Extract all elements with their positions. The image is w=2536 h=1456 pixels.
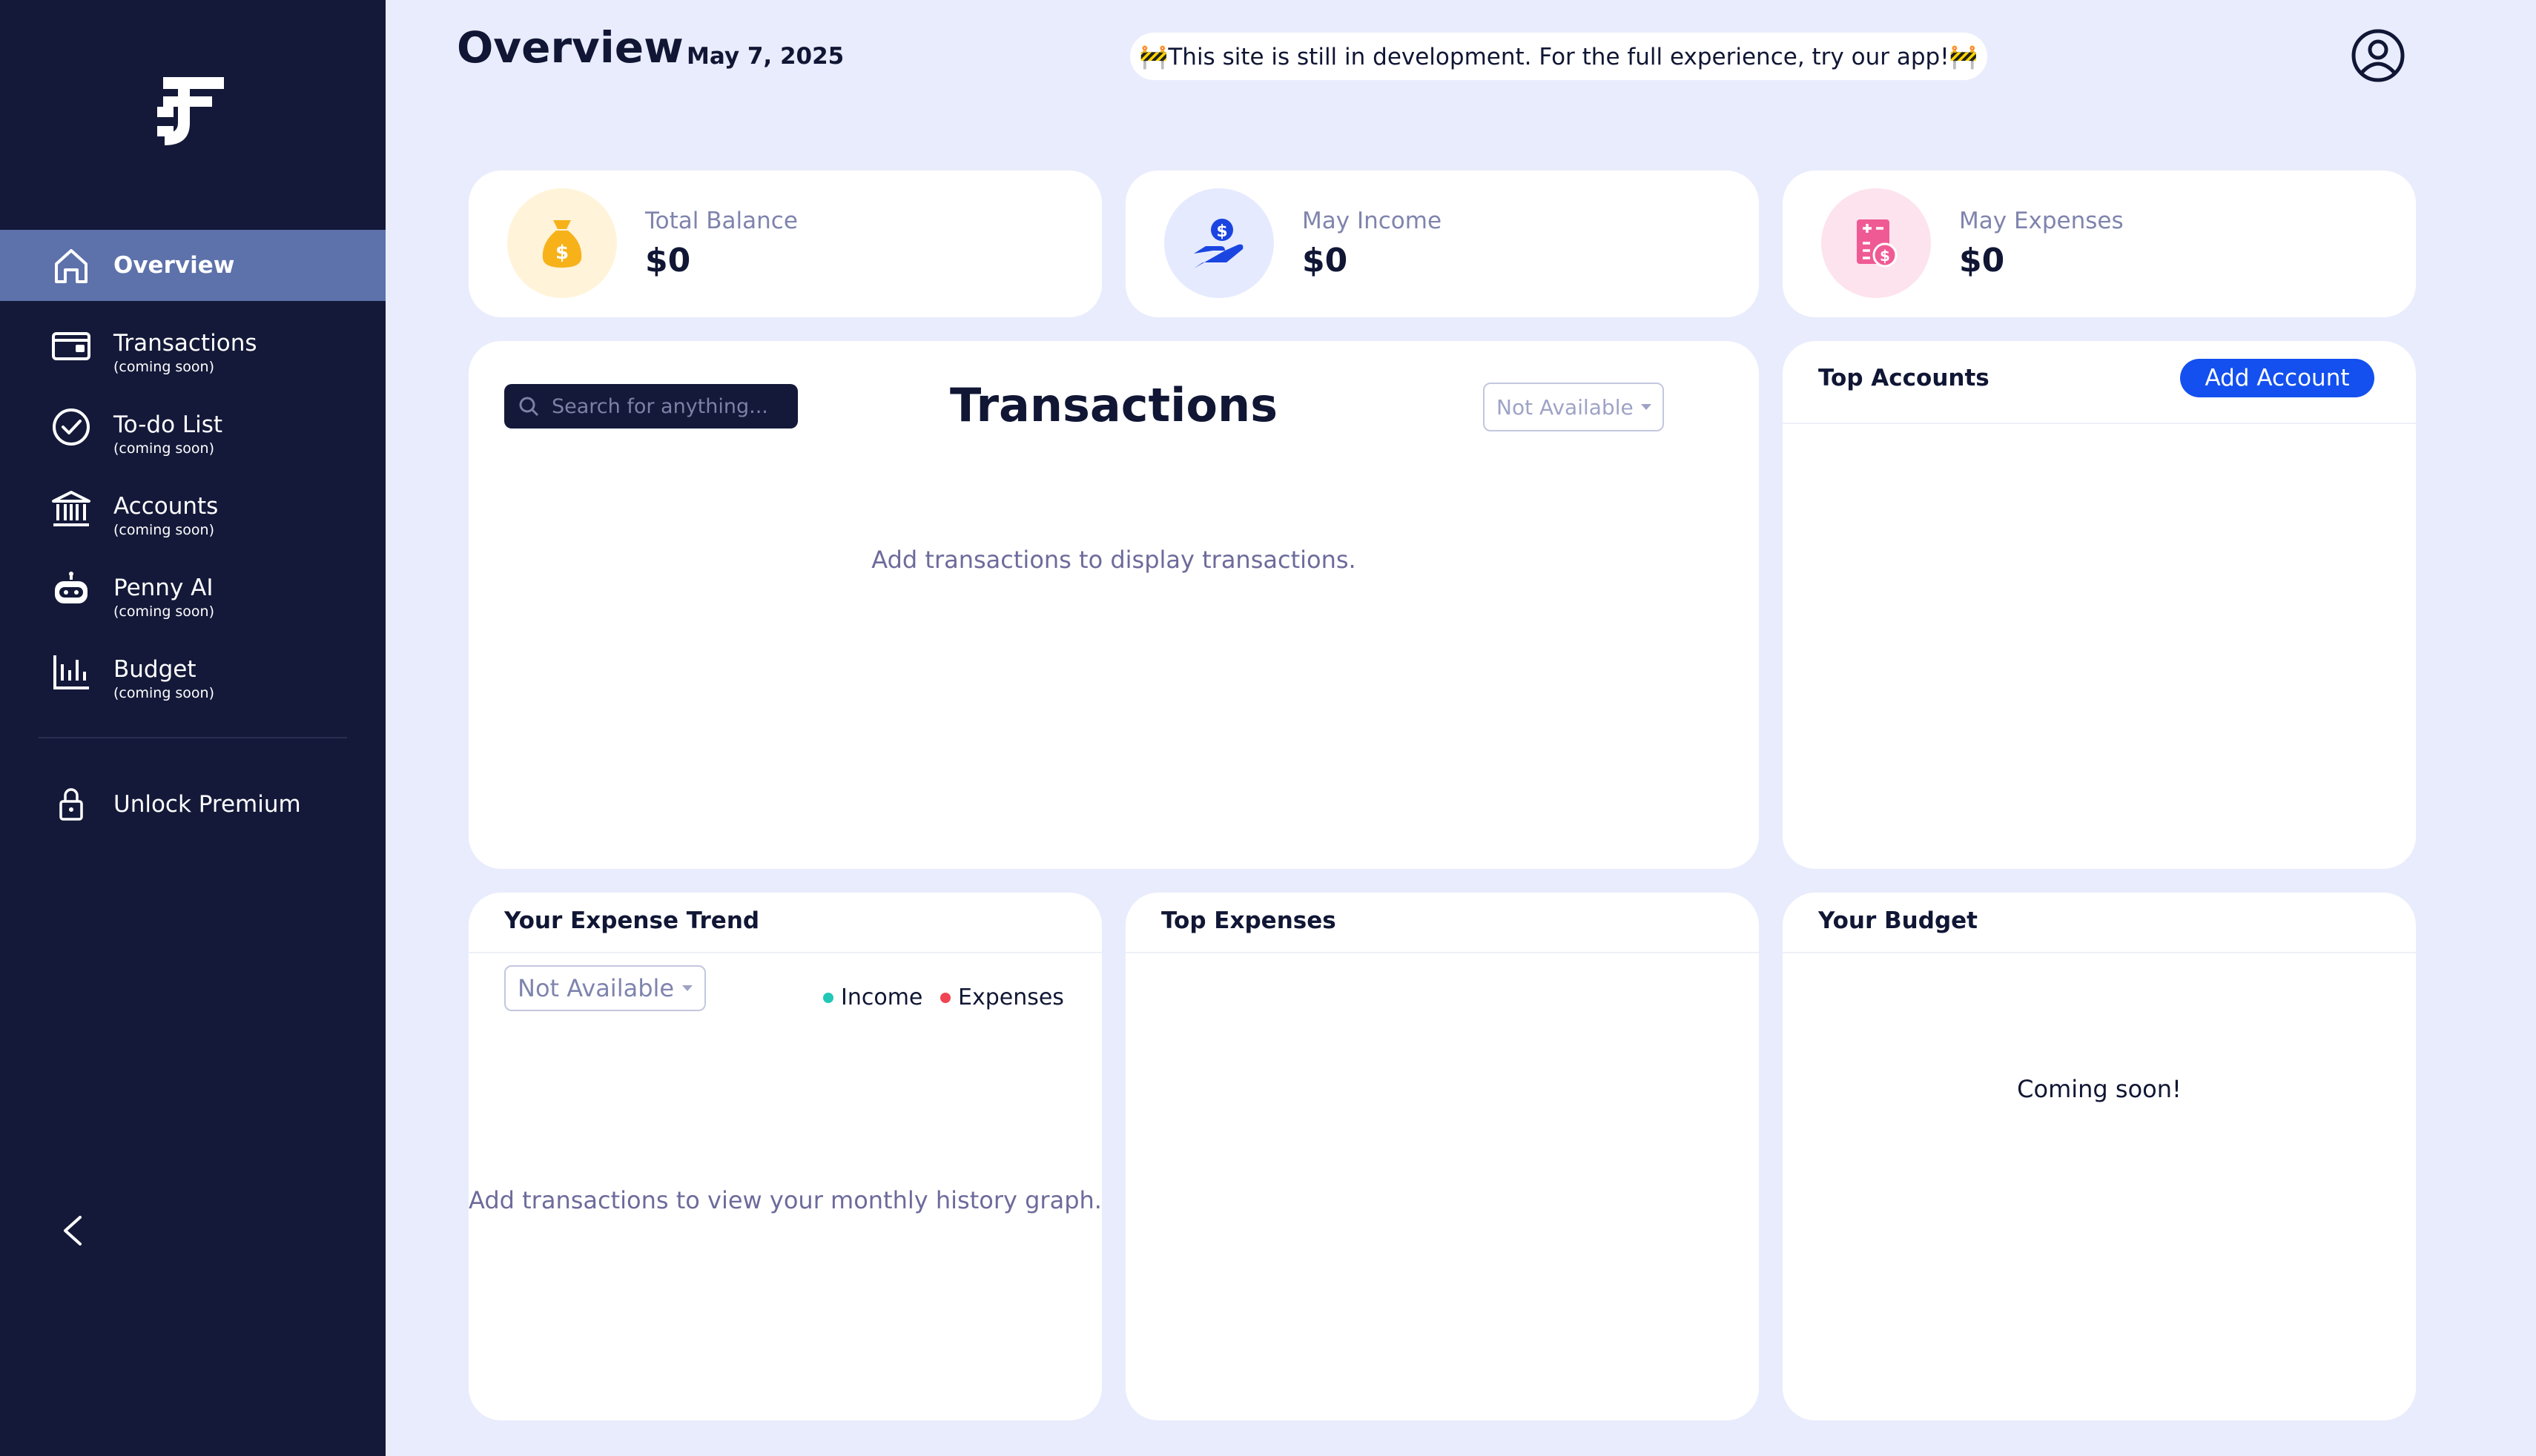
sidebar-item-sub: (coming soon) (113, 440, 215, 457)
expense-trend-empty-message: Add transactions to view your monthly hi… (469, 1186, 1102, 1214)
chevron-left-icon[interactable] (56, 1210, 89, 1251)
unlock-premium-label: Unlock Premium (113, 791, 301, 818)
finance-app-logo (157, 77, 224, 145)
chevron-down-icon (682, 985, 693, 991)
wallet-icon (52, 332, 90, 360)
sidebar-item-sub: (coming soon) (113, 359, 215, 375)
transactions-card: Transactions Not Available Add transacti… (469, 341, 1759, 869)
development-banner: 🚧This site is still in development. For … (1130, 33, 1987, 80)
sidebar-item-label: To-do List (113, 411, 223, 438)
sidebar-item-sub: (coming soon) (113, 603, 215, 620)
stat-label: May Income (1302, 208, 1442, 234)
budget-coming-soon: Coming soon! (2017, 1075, 2182, 1103)
robot-icon (55, 572, 87, 603)
money-bag-icon: $ (507, 188, 617, 298)
sidebar-item-sub: (coming soon) (113, 685, 215, 701)
home-icon (55, 249, 87, 283)
expense-trend-card: Your Expense Trend Not Available Income … (469, 893, 1102, 1420)
card-divider (1126, 952, 1759, 953)
add-account-button[interactable]: Add Account (2180, 359, 2374, 397)
svg-text:$: $ (1880, 247, 1890, 265)
sidebar: Overview Transactions (coming soon) To-d… (0, 0, 386, 1456)
receipt-icon: $ (1821, 188, 1931, 298)
lock-icon (59, 788, 83, 821)
top-expenses-card: Top Expenses (1126, 893, 1759, 1420)
transactions-empty-message: Add transactions to display transactions… (871, 546, 1356, 574)
sidebar-item-accounts[interactable]: Accounts (coming soon) (0, 480, 386, 552)
card-divider (469, 952, 1102, 953)
sidebar-item-label: Budget (113, 656, 197, 683)
sidebar-item-label: Penny AI (113, 575, 214, 601)
hand-dollar-icon: $ (1164, 188, 1274, 298)
page-title: Overview (457, 22, 684, 73)
legend-income: Income (823, 985, 922, 1010)
budget-card: Your Budget Coming soon! (1783, 893, 2416, 1420)
bank-icon (52, 491, 90, 526)
top-accounts-title: Top Accounts (1818, 365, 1989, 391)
svg-text:$: $ (555, 242, 569, 264)
legend-expenses: Expenses (940, 985, 1064, 1010)
check-circle-icon (53, 408, 90, 446)
card-divider (1783, 952, 2416, 953)
filter-value: Not Available (518, 974, 675, 1002)
stat-label: May Expenses (1959, 208, 2124, 234)
expense-trend-title: Your Expense Trend (504, 907, 760, 934)
sidebar-item-label: Overview (113, 252, 235, 279)
transactions-filter-select[interactable]: Not Available (1483, 383, 1664, 431)
budget-title: Your Budget (1818, 907, 1978, 934)
svg-text:$: $ (1216, 222, 1227, 241)
sidebar-item-label: Transactions (113, 330, 257, 357)
card-divider (1783, 423, 2416, 424)
income-card: $ May Income $0 (1126, 171, 1759, 317)
stat-value: $0 (1302, 242, 1348, 279)
sidebar-item-todo[interactable]: To-do List (coming soon) (0, 399, 386, 470)
stat-value: $0 (645, 242, 691, 279)
sidebar-item-transactions[interactable]: Transactions (coming soon) (0, 317, 386, 388)
income-dot (823, 992, 833, 1003)
filter-value: Not Available (1496, 394, 1634, 420)
sidebar-item-penny-ai[interactable]: Penny AI (coming soon) (0, 562, 386, 633)
stat-value: $0 (1959, 242, 2005, 279)
sidebar-item-label: Accounts (113, 493, 219, 520)
expenses-card: $ May Expenses $0 (1783, 171, 2416, 317)
expenses-dot (940, 992, 951, 1003)
bar-chart-icon (53, 655, 89, 689)
user-circle-icon[interactable] (2351, 28, 2405, 83)
page-date: May 7, 2025 (687, 43, 845, 70)
top-accounts-card: Top Accounts Add Account (1783, 341, 2416, 869)
sidebar-item-overview[interactable]: Overview (0, 230, 386, 301)
sidebar-divider (39, 737, 347, 738)
legend-label: Expenses (958, 985, 1064, 1010)
sidebar-item-sub: (coming soon) (113, 522, 215, 538)
expense-trend-filter-select[interactable]: Not Available (504, 965, 706, 1011)
legend-label: Income (841, 985, 923, 1010)
total-balance-card: $ Total Balance $0 (469, 171, 1102, 317)
sidebar-item-budget[interactable]: Budget (coming soon) (0, 643, 386, 715)
top-expenses-title: Top Expenses (1161, 907, 1336, 934)
unlock-premium-button[interactable]: Unlock Premium (0, 769, 386, 840)
stat-label: Total Balance (645, 208, 798, 234)
chevron-down-icon (1640, 404, 1651, 410)
